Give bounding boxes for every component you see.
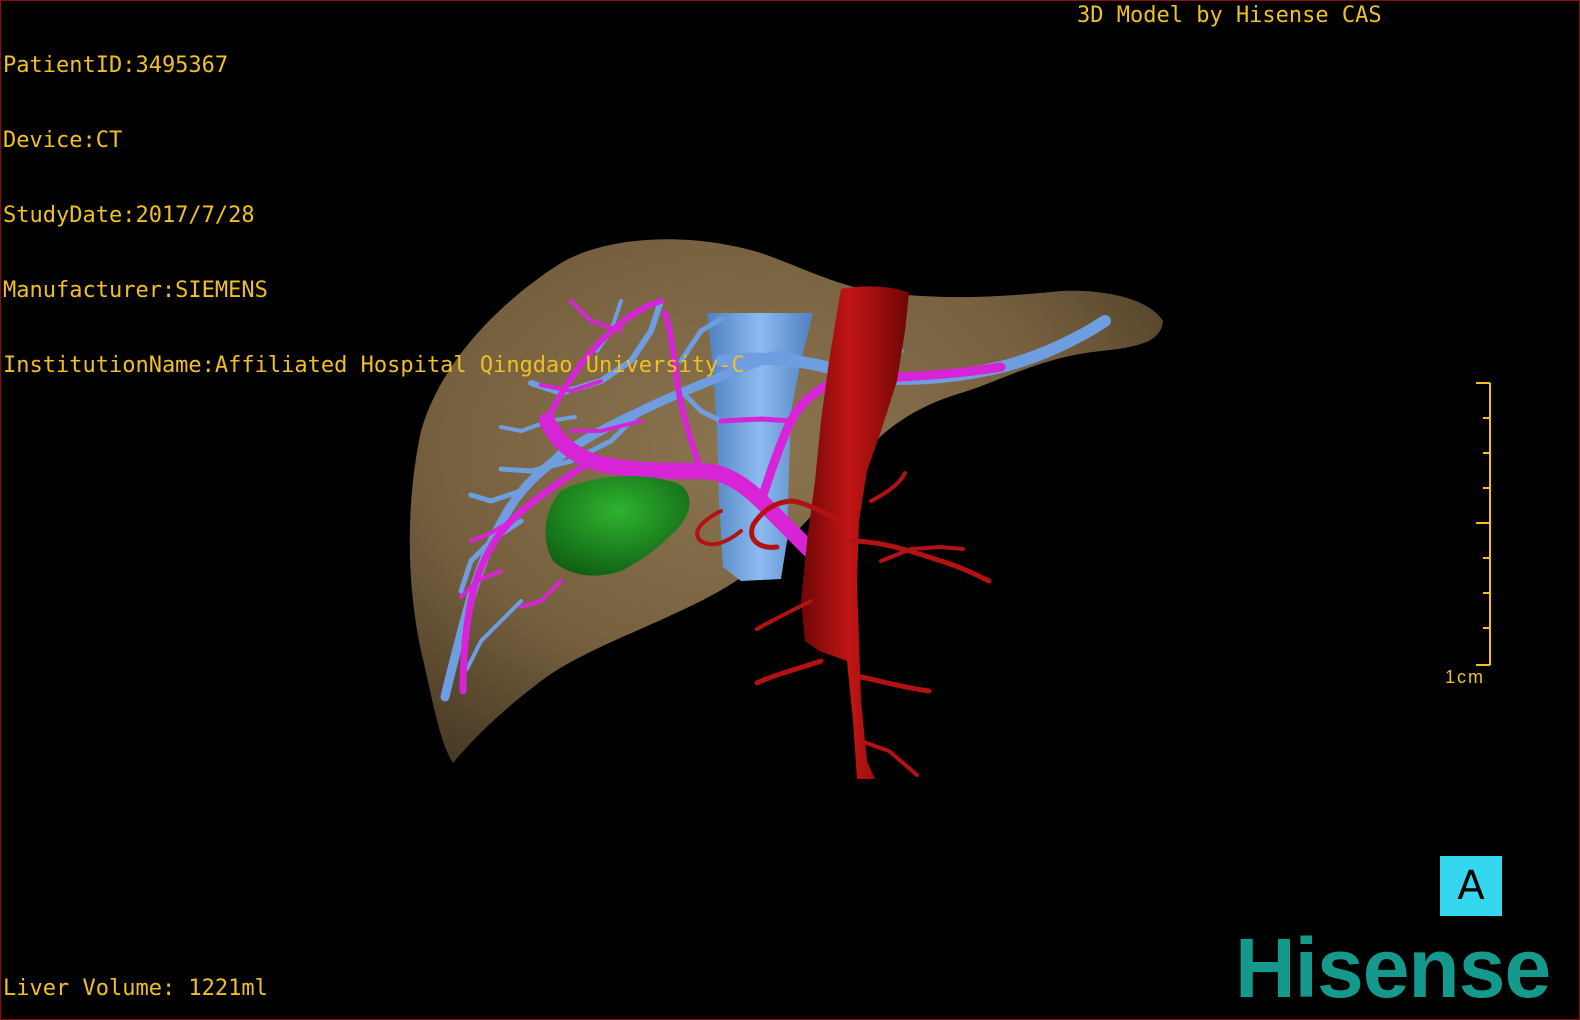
brand-caption: 3D Model by Hisense CAS [1077,3,1382,28]
scale-bar [1476,382,1491,666]
scale-bar-label: 1cm [1445,667,1486,687]
patient-id: PatientID:3495367 [3,53,229,78]
manufacturer: Manufacturer:SIEMENS [3,278,268,303]
device: Device:CT [3,128,123,153]
hisense-logo: Hisense [1235,921,1551,1015]
3d-viewport[interactable]: PatientID:3495367 Device:CT StudyDate:20… [0,0,1580,1020]
liver-volume: Liver Volume: 1221ml [3,976,268,1001]
orientation-indicator[interactable]: A [1440,856,1502,916]
study-date: StudyDate:2017/7/28 [3,203,255,228]
dicom-info-panel: PatientID:3495367 Device:CT StudyDate:20… [3,3,745,428]
institution-name: InstitutionName:Affiliated Hospital Qing… [3,353,745,378]
